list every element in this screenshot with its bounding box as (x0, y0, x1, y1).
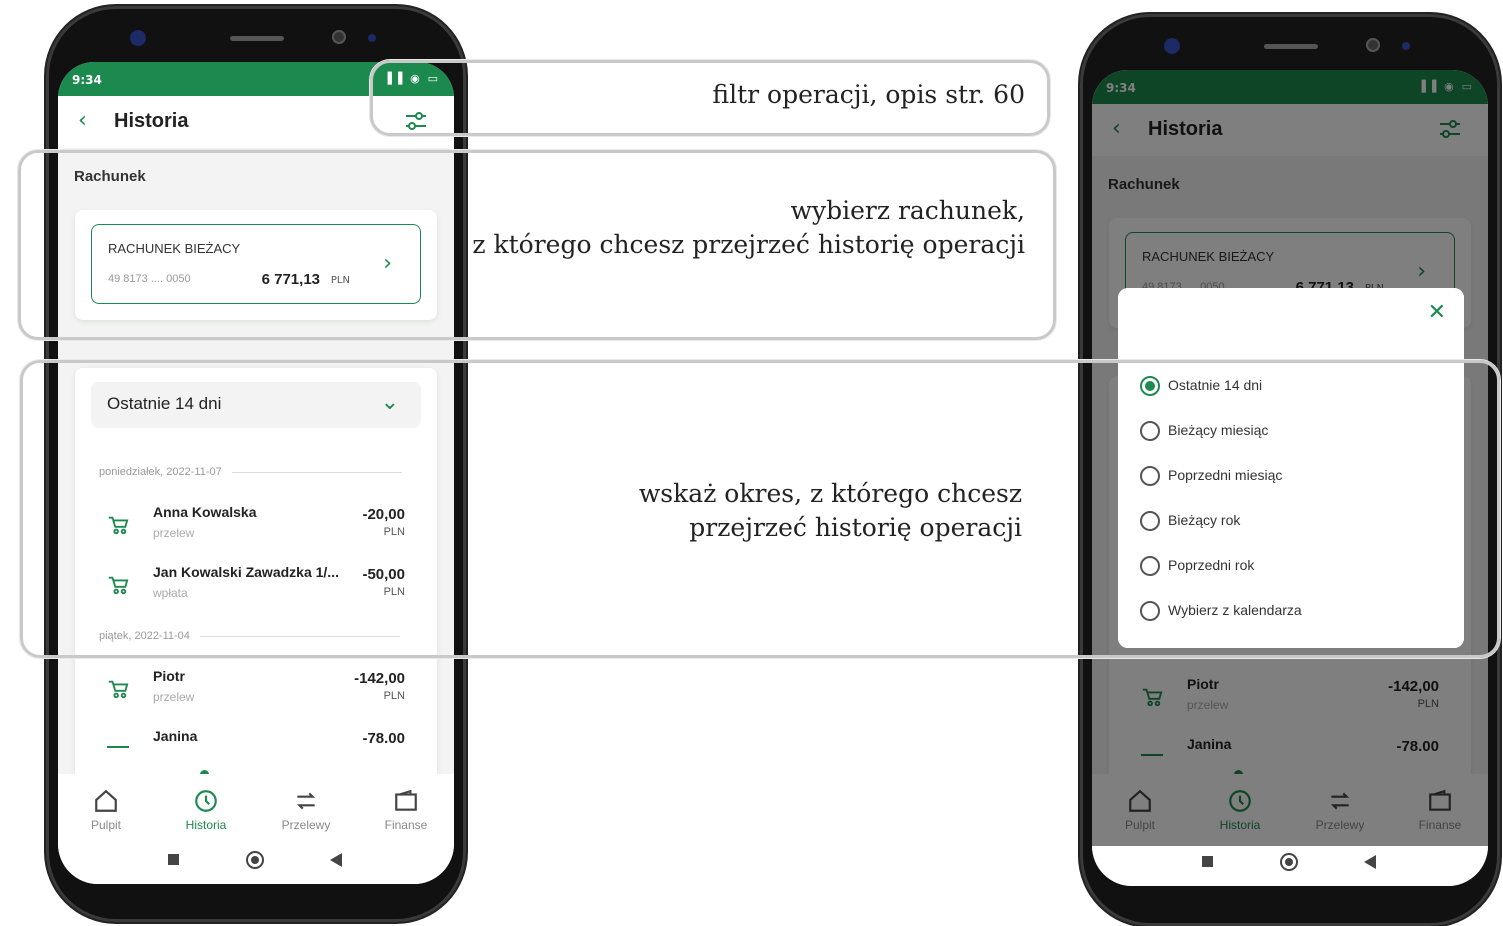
nav-label: Pulpit (90, 818, 122, 832)
camera (1164, 38, 1180, 54)
home-button[interactable] (1280, 853, 1298, 871)
annotation-period-line1: wskaż okres, z którego chcesz (638, 479, 1022, 508)
system-nav (58, 844, 454, 884)
transaction-currency: PLN (383, 690, 405, 702)
system-nav (1092, 846, 1488, 886)
sensor (1366, 38, 1380, 52)
annotation-filter: filtr operacji, opis str. 60 (600, 78, 1025, 112)
wallet-icon (395, 789, 417, 811)
annotation-period: wskaż okres, z którego chcesz przejrzeć … (600, 477, 1022, 545)
transaction-name: Janina (153, 728, 198, 744)
back-icon[interactable]: ‹ (78, 108, 87, 133)
status-time: 9:34 (72, 73, 102, 87)
annotation-account-line2: z którego chcesz przejrzeć historię oper… (472, 230, 1025, 259)
sensor (368, 34, 376, 42)
home-icon (95, 789, 117, 812)
bottom-nav: Pulpit Historia Przelewy Finanse (58, 774, 454, 846)
transfer-line-icon (107, 746, 129, 748)
transaction-type: przelew (153, 690, 195, 704)
transaction-row[interactable]: Piotr przelew -142,00 PLN (99, 668, 405, 718)
camera (130, 30, 146, 46)
recent-apps-button[interactable] (1202, 856, 1213, 867)
nav-finanse[interactable]: Finanse (366, 788, 446, 832)
modal-header: ✕ (1118, 288, 1464, 338)
nav-label: Historia (185, 818, 227, 832)
history-icon (195, 790, 217, 812)
annotation-account-line1: wybierz rachunek, (790, 196, 1025, 225)
annotation-account: wybierz rachunek, z którego chcesz przej… (470, 194, 1025, 262)
sensor (332, 30, 346, 44)
transaction-amount: -142,00 (354, 670, 405, 687)
back-button[interactable] (330, 853, 342, 867)
back-button[interactable] (1364, 855, 1376, 869)
cart-icon (108, 680, 129, 699)
nav-przelewy[interactable]: Przelewy (266, 788, 346, 832)
transaction-row[interactable]: Janina -78.00 (99, 728, 405, 778)
nav-label: Finanse (384, 818, 428, 832)
speaker (230, 36, 284, 41)
annotation-filter-text: filtr operacji, opis str. 60 (712, 80, 1025, 109)
transaction-name: Piotr (153, 668, 185, 684)
speaker (1264, 44, 1318, 49)
transaction-amount: -78.00 (362, 730, 405, 747)
close-icon[interactable]: ✕ (1428, 300, 1446, 325)
sensor (1402, 42, 1410, 50)
nav-pulpit[interactable]: Pulpit (66, 788, 146, 832)
nav-label: Przelewy (281, 818, 331, 832)
transfer-icon (296, 792, 316, 810)
recent-apps-button[interactable] (168, 854, 179, 865)
annotation-period-line2: przejrzeć historię operacji (689, 513, 1022, 542)
page-title: Historia (114, 110, 189, 132)
nav-historia[interactable]: Historia (166, 788, 246, 832)
home-button[interactable] (246, 851, 264, 869)
